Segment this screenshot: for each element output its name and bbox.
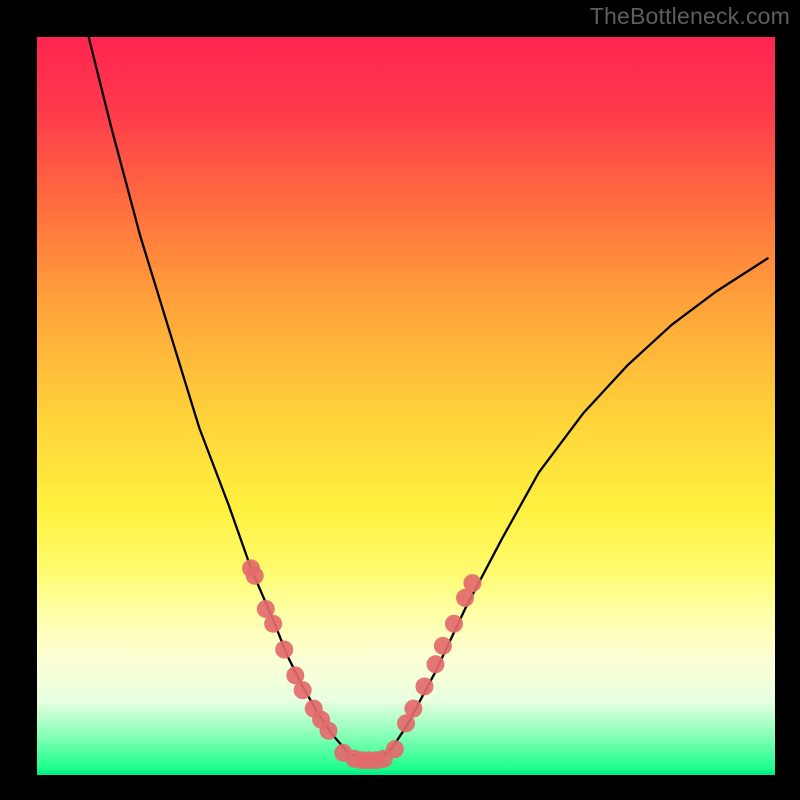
curve-path bbox=[89, 37, 768, 760]
plot-area bbox=[37, 37, 775, 775]
chart-svg bbox=[37, 37, 775, 775]
scatter-markers bbox=[242, 559, 481, 769]
outer-frame: TheBottleneck.com bbox=[0, 0, 800, 800]
watermark-text: TheBottleneck.com bbox=[590, 3, 790, 30]
